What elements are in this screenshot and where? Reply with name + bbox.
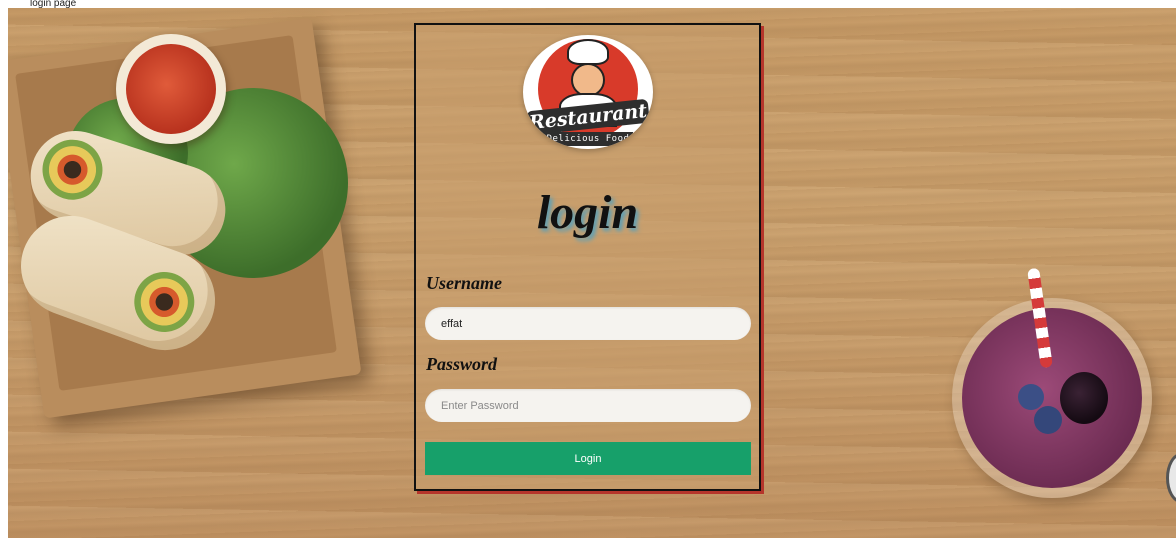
burrito-filling (34, 131, 111, 208)
username-input[interactable] (425, 307, 751, 340)
salsa-cup (116, 34, 226, 144)
burrito-filling (125, 263, 203, 341)
smoothie-image (952, 267, 1152, 498)
chef-face (571, 63, 605, 97)
burrito-box-image (8, 8, 368, 423)
salsa (126, 44, 216, 134)
chef-logo-icon: Restaurant Delicious Food (523, 35, 653, 149)
smoothie-liquid (962, 308, 1142, 488)
chef-hat (567, 39, 609, 65)
logo-tagline: Delicious Food (543, 132, 633, 146)
wood-background: Restaurant Delicious Food login Username… (8, 8, 1176, 538)
cup-edge-image (1166, 453, 1176, 503)
username-label: Username (426, 273, 502, 293)
login-button[interactable]: Login (425, 442, 751, 475)
login-title: login (536, 186, 639, 239)
blackberry (1060, 372, 1108, 424)
password-input[interactable] (425, 389, 751, 422)
blueberry (1018, 384, 1044, 410)
login-card: Restaurant Delicious Food login Username… (414, 23, 761, 491)
blueberry (1034, 406, 1062, 434)
password-label: Password (426, 354, 498, 374)
